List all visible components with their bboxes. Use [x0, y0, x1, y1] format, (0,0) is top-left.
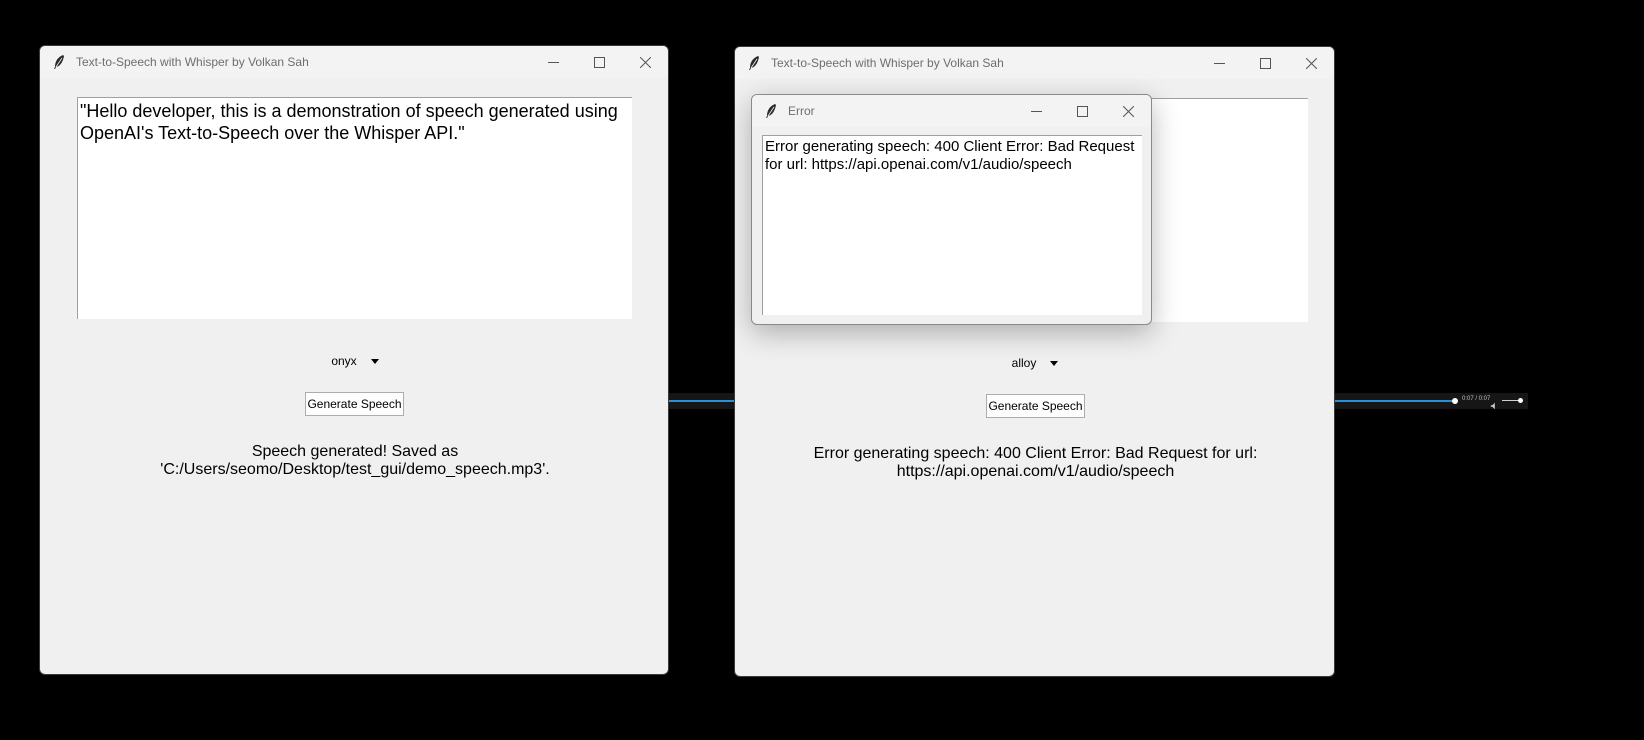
status-line-2: 'C:/Users/seomo/Desktop/test_gui/demo_sp…	[160, 461, 550, 478]
close-icon	[1122, 105, 1134, 117]
feather-icon	[747, 55, 761, 71]
title-bar[interactable]: Text-to-Speech with Whisper by Volkan Sa…	[735, 47, 1334, 79]
media-time-label: 0:07 / 0:07	[1462, 396, 1491, 402]
chevron-down-icon	[370, 358, 379, 364]
close-button[interactable]	[622, 46, 668, 78]
volume-slider-handle[interactable]	[1518, 398, 1523, 403]
text-input[interactable]: "Hello developer, this is a demonstratio…	[77, 97, 632, 319]
status-message: Speech generated! Saved as 'C:/Users/seo…	[40, 443, 668, 479]
minimize-icon	[1213, 62, 1225, 64]
maximize-button[interactable]	[576, 46, 622, 78]
window-title: Text-to-Speech with Whisper by Volkan Sa…	[76, 55, 309, 69]
minimize-button[interactable]	[1196, 47, 1242, 79]
maximize-icon	[593, 56, 605, 68]
voice-select-value: alloy	[1011, 356, 1037, 370]
status-line-1: Speech generated! Saved as	[251, 443, 459, 460]
title-bar[interactable]: Error	[752, 95, 1151, 127]
status-line-1: Error generating speech: 400 Client Erro…	[813, 445, 1258, 462]
minimize-icon	[547, 61, 559, 63]
feather-icon	[52, 54, 66, 70]
close-button[interactable]	[1105, 95, 1151, 127]
maximize-button[interactable]	[1242, 47, 1288, 79]
generate-speech-button[interactable]: Generate Speech	[305, 392, 404, 416]
voice-select[interactable]: onyx	[310, 348, 400, 374]
close-icon	[639, 56, 651, 68]
status-message: Error generating speech: 400 Client Erro…	[735, 445, 1334, 481]
dialog-title: Error	[788, 104, 815, 118]
minimize-button[interactable]	[1013, 95, 1059, 127]
voice-select[interactable]: alloy	[990, 350, 1080, 376]
maximize-icon	[1076, 105, 1088, 117]
error-dialog: Error Error generating speech: 400 Clien…	[751, 94, 1152, 325]
minimize-icon	[1030, 110, 1042, 112]
volume-icon[interactable]	[1490, 397, 1498, 410]
status-line-2: https://api.openai.com/v1/audio/speech	[896, 463, 1175, 480]
window-title: Text-to-Speech with Whisper by Volkan Sa…	[771, 56, 1004, 70]
feather-icon	[764, 103, 778, 119]
maximize-button[interactable]	[1059, 95, 1105, 127]
maximize-icon	[1259, 57, 1271, 69]
error-message-text[interactable]: Error generating speech: 400 Client Erro…	[762, 135, 1142, 315]
generate-speech-button[interactable]: Generate Speech	[986, 394, 1085, 418]
minimize-button[interactable]	[530, 46, 576, 78]
title-bar[interactable]: Text-to-Speech with Whisper by Volkan Sa…	[40, 46, 668, 78]
tts-window-left: Text-to-Speech with Whisper by Volkan Sa…	[39, 45, 669, 675]
close-icon	[1305, 57, 1317, 69]
voice-select-value: onyx	[331, 354, 357, 368]
chevron-down-icon	[1050, 360, 1059, 366]
media-progress-handle[interactable]	[1452, 398, 1458, 404]
close-button[interactable]	[1288, 47, 1334, 79]
